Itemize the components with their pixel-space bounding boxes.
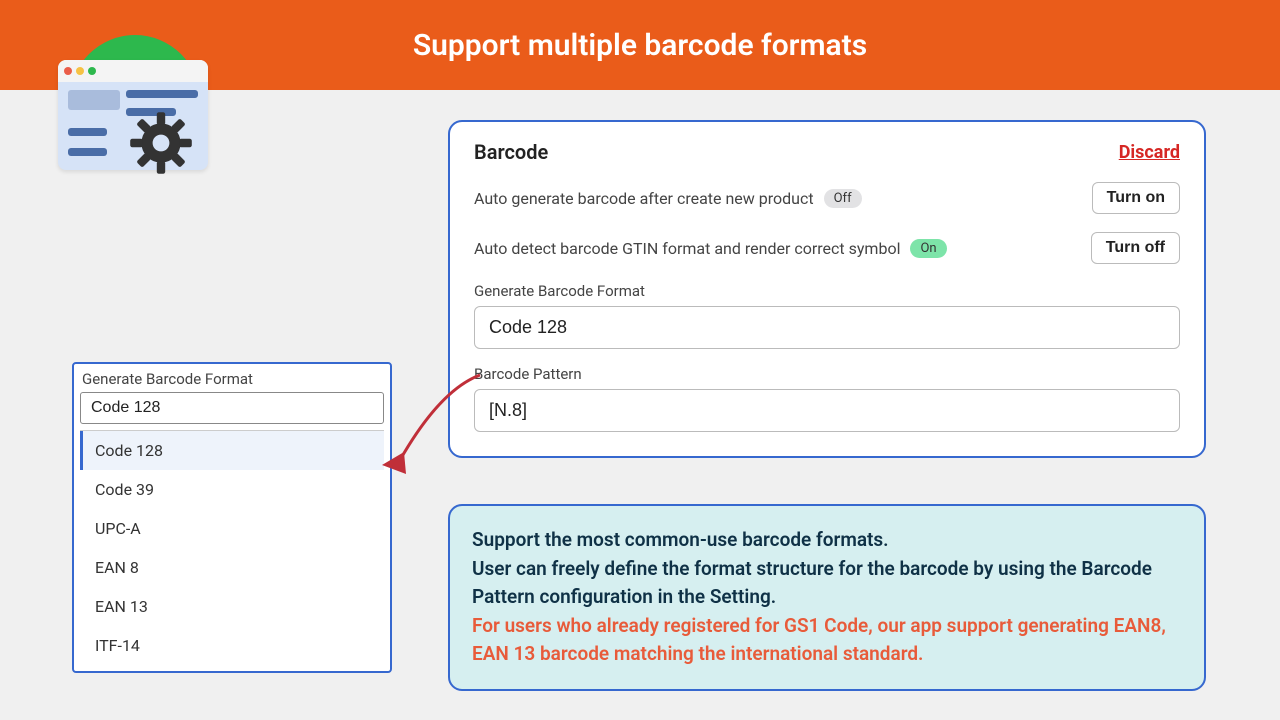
pattern-input[interactable] [474, 389, 1180, 432]
dropdown-item-ean8[interactable]: EAN 8 [80, 548, 384, 587]
format-input[interactable] [474, 306, 1180, 349]
format-label: Generate Barcode Format [474, 282, 1180, 300]
turn-off-button[interactable]: Turn off [1091, 232, 1180, 264]
auto-generate-state: Off [824, 189, 862, 208]
card-title: Barcode [474, 140, 548, 164]
dropdown-item-upca[interactable]: UPC-A [80, 509, 384, 548]
dropdown-item-itf14[interactable]: ITF-14 [80, 626, 384, 665]
app-logo [50, 20, 210, 180]
auto-generate-row: Auto generate barcode after create new p… [474, 182, 1180, 214]
dropdown-item-ean13[interactable]: EAN 13 [80, 587, 384, 626]
turn-on-button[interactable]: Turn on [1092, 182, 1180, 214]
dropdown-list: Code 128 Code 39 UPC-A EAN 8 EAN 13 ITF-… [80, 430, 384, 665]
page-title: Support multiple barcode formats [413, 28, 867, 63]
info-line-3: For users who already registered for GS1… [472, 612, 1182, 669]
pattern-label: Barcode Pattern [474, 365, 1180, 383]
dropdown-item-code39[interactable]: Code 39 [80, 470, 384, 509]
barcode-settings-card: Barcode Discard Auto generate barcode af… [448, 120, 1206, 458]
dropdown-item-code128[interactable]: Code 128 [80, 431, 384, 470]
auto-detect-state: On [910, 239, 946, 258]
info-line-2: User can freely define the format struct… [472, 555, 1182, 612]
discard-button[interactable]: Discard [1119, 142, 1180, 163]
info-line-1: Support the most common-use barcode form… [472, 526, 1182, 555]
auto-generate-label: Auto generate barcode after create new p… [474, 189, 814, 208]
auto-detect-row: Auto detect barcode GTIN format and rend… [474, 232, 1180, 264]
info-callout: Support the most common-use barcode form… [448, 504, 1206, 691]
auto-detect-label: Auto detect barcode GTIN format and rend… [474, 239, 900, 258]
dropdown-input[interactable] [80, 392, 384, 424]
dropdown-label: Generate Barcode Format [80, 368, 384, 392]
gear-icon [126, 108, 196, 178]
format-dropdown-panel: Generate Barcode Format Code 128 Code 39… [72, 362, 392, 673]
